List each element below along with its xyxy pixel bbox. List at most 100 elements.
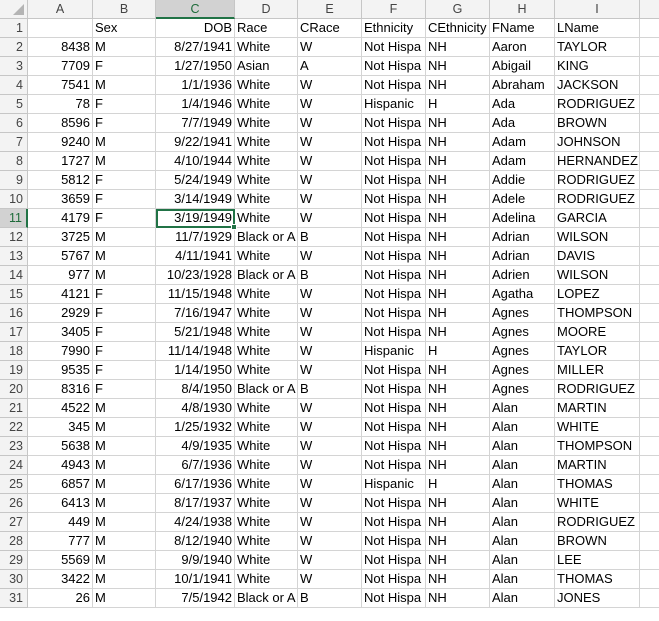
cell-e24[interactable]: W bbox=[298, 456, 362, 475]
cell-b5[interactable]: F bbox=[93, 95, 156, 114]
cell-a23[interactable]: 5638 bbox=[28, 437, 93, 456]
row-header-11[interactable]: 11 bbox=[0, 209, 28, 228]
cell-d23[interactable]: White bbox=[235, 437, 298, 456]
cell-j5[interactable] bbox=[640, 95, 659, 114]
cell-a1[interactable] bbox=[28, 19, 93, 38]
cell-i20[interactable]: RODRIGUEZ bbox=[555, 380, 640, 399]
cell-c25[interactable]: 6/17/1936 bbox=[156, 475, 235, 494]
cell-g20[interactable]: NH bbox=[426, 380, 490, 399]
cell-j22[interactable] bbox=[640, 418, 659, 437]
cell-i3[interactable]: KING bbox=[555, 57, 640, 76]
cell-i29[interactable]: LEE bbox=[555, 551, 640, 570]
column-header-e[interactable]: E bbox=[298, 0, 362, 19]
cell-e14[interactable]: B bbox=[298, 266, 362, 285]
cell-g8[interactable]: NH bbox=[426, 152, 490, 171]
row-header-23[interactable]: 23 bbox=[0, 437, 28, 456]
cell-b4[interactable]: M bbox=[93, 76, 156, 95]
cell-d29[interactable]: White bbox=[235, 551, 298, 570]
cell-a20[interactable]: 8316 bbox=[28, 380, 93, 399]
cell-e2[interactable]: W bbox=[298, 38, 362, 57]
cell-e1[interactable]: CRace bbox=[298, 19, 362, 38]
cell-e6[interactable]: W bbox=[298, 114, 362, 133]
cell-e4[interactable]: W bbox=[298, 76, 362, 95]
cell-g31[interactable]: NH bbox=[426, 589, 490, 608]
cell-b2[interactable]: M bbox=[93, 38, 156, 57]
cell-d28[interactable]: White bbox=[235, 532, 298, 551]
cell-i23[interactable]: THOMPSON bbox=[555, 437, 640, 456]
cell-a27[interactable]: 449 bbox=[28, 513, 93, 532]
cell-h28[interactable]: Alan bbox=[490, 532, 555, 551]
cell-h16[interactable]: Agnes bbox=[490, 304, 555, 323]
cell-c5[interactable]: 1/4/1946 bbox=[156, 95, 235, 114]
cell-g10[interactable]: NH bbox=[426, 190, 490, 209]
cell-h6[interactable]: Ada bbox=[490, 114, 555, 133]
cell-g11[interactable]: NH bbox=[426, 209, 490, 228]
cell-f9[interactable]: Not Hispa bbox=[362, 171, 426, 190]
cell-j31[interactable] bbox=[640, 589, 659, 608]
cell-j7[interactable] bbox=[640, 133, 659, 152]
cell-d4[interactable]: White bbox=[235, 76, 298, 95]
cell-a7[interactable]: 9240 bbox=[28, 133, 93, 152]
cell-b23[interactable]: M bbox=[93, 437, 156, 456]
column-header-d[interactable]: D bbox=[235, 0, 298, 19]
cell-c19[interactable]: 1/14/1950 bbox=[156, 361, 235, 380]
cell-h10[interactable]: Adele bbox=[490, 190, 555, 209]
cell-i22[interactable]: WHITE bbox=[555, 418, 640, 437]
row-header-29[interactable]: 29 bbox=[0, 551, 28, 570]
cell-g14[interactable]: NH bbox=[426, 266, 490, 285]
cell-d1[interactable]: Race bbox=[235, 19, 298, 38]
cell-f13[interactable]: Not Hispa bbox=[362, 247, 426, 266]
cell-c20[interactable]: 8/4/1950 bbox=[156, 380, 235, 399]
cell-f30[interactable]: Not Hispa bbox=[362, 570, 426, 589]
cell-b25[interactable]: M bbox=[93, 475, 156, 494]
row-header-26[interactable]: 26 bbox=[0, 494, 28, 513]
cell-h1[interactable]: FName bbox=[490, 19, 555, 38]
cell-d19[interactable]: White bbox=[235, 361, 298, 380]
cell-c22[interactable]: 1/25/1932 bbox=[156, 418, 235, 437]
cell-g30[interactable]: NH bbox=[426, 570, 490, 589]
cell-i19[interactable]: MILLER bbox=[555, 361, 640, 380]
cell-g29[interactable]: NH bbox=[426, 551, 490, 570]
cell-e12[interactable]: B bbox=[298, 228, 362, 247]
cell-e7[interactable]: W bbox=[298, 133, 362, 152]
cell-d10[interactable]: White bbox=[235, 190, 298, 209]
cell-d5[interactable]: White bbox=[235, 95, 298, 114]
cell-f16[interactable]: Not Hispa bbox=[362, 304, 426, 323]
column-header-g[interactable]: G bbox=[426, 0, 490, 19]
cell-h30[interactable]: Alan bbox=[490, 570, 555, 589]
cell-j8[interactable] bbox=[640, 152, 659, 171]
cell-j3[interactable] bbox=[640, 57, 659, 76]
cell-c26[interactable]: 8/17/1937 bbox=[156, 494, 235, 513]
cell-e26[interactable]: W bbox=[298, 494, 362, 513]
cell-g3[interactable]: NH bbox=[426, 57, 490, 76]
cell-b21[interactable]: M bbox=[93, 399, 156, 418]
cell-c16[interactable]: 7/16/1947 bbox=[156, 304, 235, 323]
row-header-20[interactable]: 20 bbox=[0, 380, 28, 399]
cell-g23[interactable]: NH bbox=[426, 437, 490, 456]
cell-i18[interactable]: TAYLOR bbox=[555, 342, 640, 361]
cell-i28[interactable]: BROWN bbox=[555, 532, 640, 551]
row-header-12[interactable]: 12 bbox=[0, 228, 28, 247]
row-header-1[interactable]: 1 bbox=[0, 19, 28, 38]
cell-h15[interactable]: Agatha bbox=[490, 285, 555, 304]
cell-e9[interactable]: W bbox=[298, 171, 362, 190]
cell-i12[interactable]: WILSON bbox=[555, 228, 640, 247]
cell-a17[interactable]: 3405 bbox=[28, 323, 93, 342]
cell-d7[interactable]: White bbox=[235, 133, 298, 152]
cell-i1[interactable]: LName bbox=[555, 19, 640, 38]
spreadsheet-grid[interactable]: ABCDEFGHIJ1SexDOBRaceCRaceEthnicityCEthn… bbox=[0, 0, 659, 621]
row-header-19[interactable]: 19 bbox=[0, 361, 28, 380]
cell-d20[interactable]: Black or A bbox=[235, 380, 298, 399]
cell-g22[interactable]: NH bbox=[426, 418, 490, 437]
row-header-18[interactable]: 18 bbox=[0, 342, 28, 361]
cell-a31[interactable]: 26 bbox=[28, 589, 93, 608]
cell-e11[interactable]: W bbox=[298, 209, 362, 228]
cell-c24[interactable]: 6/7/1936 bbox=[156, 456, 235, 475]
cell-c1[interactable]: DOB bbox=[156, 19, 235, 38]
fill-handle[interactable] bbox=[231, 224, 237, 230]
cell-a4[interactable]: 7541 bbox=[28, 76, 93, 95]
cell-h2[interactable]: Aaron bbox=[490, 38, 555, 57]
cell-f6[interactable]: Not Hispa bbox=[362, 114, 426, 133]
cell-d25[interactable]: White bbox=[235, 475, 298, 494]
cell-f17[interactable]: Not Hispa bbox=[362, 323, 426, 342]
